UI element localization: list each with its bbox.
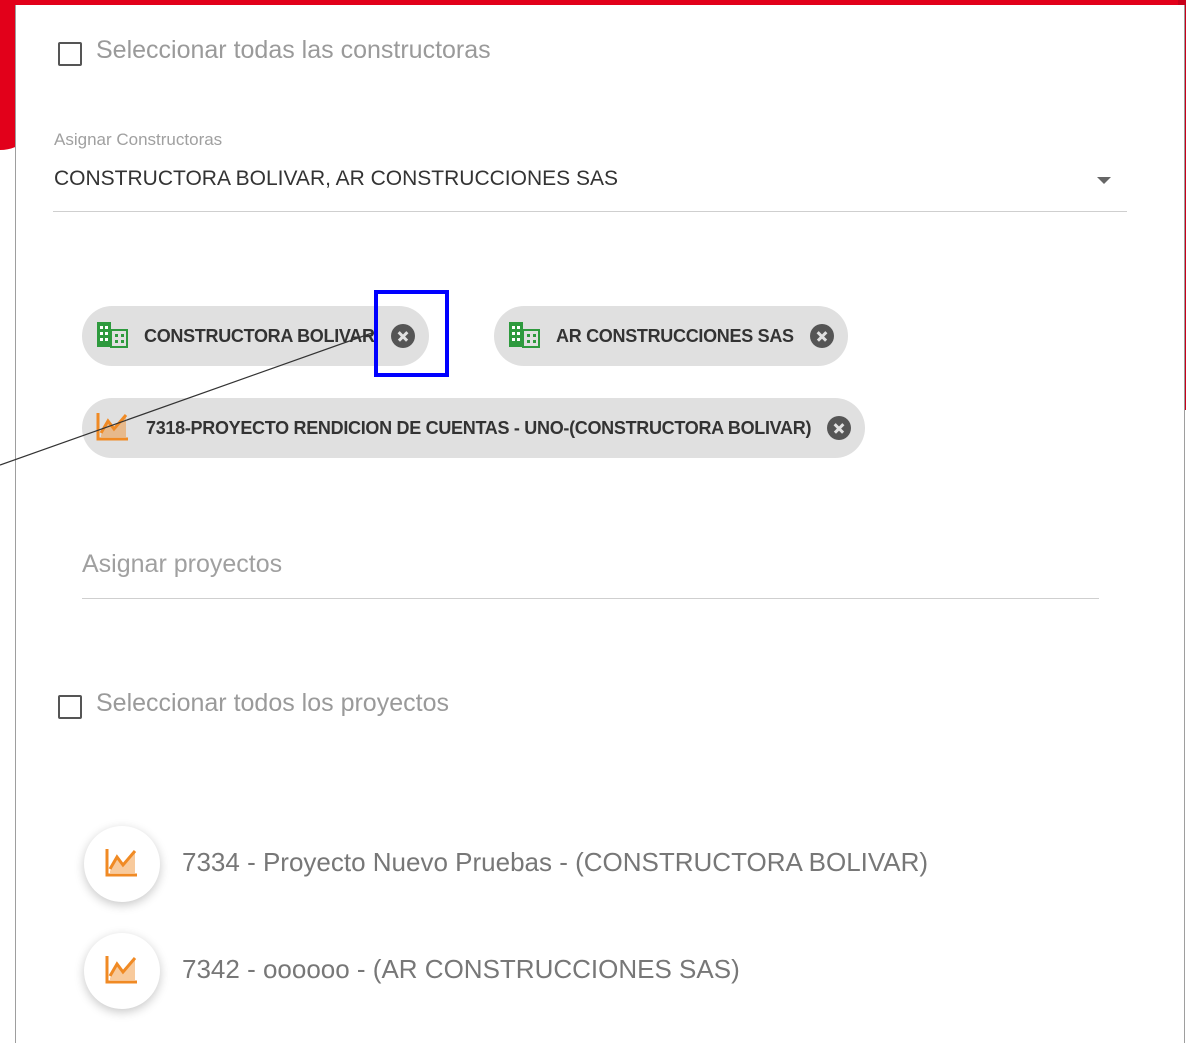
highlight-box	[374, 290, 449, 377]
builders-select-value[interactable]: CONSTRUCTORA BOLIVAR, AR CONSTRUCCIONES …	[54, 167, 618, 191]
select-all-builders-row[interactable]: Seleccionar todas las constructoras	[58, 34, 491, 66]
select-all-builders-checkbox[interactable]	[58, 42, 82, 66]
building-icon	[508, 320, 540, 353]
project-list-item[interactable]: 7334 - Proyecto Nuevo Pruebas - (CONSTRU…	[182, 847, 928, 878]
project-avatar[interactable]	[84, 933, 160, 1009]
close-icon[interactable]	[827, 416, 852, 440]
close-icon[interactable]	[809, 324, 834, 348]
projects-input[interactable]: Asignar proyectos	[82, 550, 282, 579]
chip-label: 7318-PROYECTO RENDICION DE CUENTAS - UNO…	[146, 417, 812, 438]
select-all-builders-label: Seleccionar todas las constructoras	[96, 35, 491, 64]
project-list-item[interactable]: 7342 - oooooo - (AR CONSTRUCCIONES SAS)	[182, 954, 740, 985]
chart-icon	[105, 954, 139, 989]
builders-select-label: Asignar Constructoras	[54, 130, 223, 149]
chart-icon	[105, 847, 139, 882]
chip-project-7318: 7318-PROYECTO RENDICION DE CUENTAS - UNO…	[82, 398, 866, 458]
dropdown-arrow-icon[interactable]	[1097, 177, 1111, 184]
select-all-projects-label: Seleccionar todos los proyectos	[96, 688, 449, 717]
chip-label: CONSTRUCTORA BOLIVAR	[144, 325, 375, 346]
chip-label: AR CONSTRUCCIONES SAS	[556, 325, 794, 346]
project-avatar[interactable]	[84, 826, 160, 902]
building-icon	[96, 320, 128, 353]
select-all-projects-row[interactable]: Seleccionar todos los proyectos	[58, 687, 449, 719]
builders-select-underline	[53, 211, 1127, 212]
assignment-panel	[15, 5, 1185, 1043]
chart-icon	[96, 411, 130, 446]
projects-input-underline	[82, 598, 1099, 599]
select-all-projects-checkbox[interactable]	[58, 695, 82, 719]
chip-ar-construcciones: AR CONSTRUCCIONES SAS	[494, 306, 848, 366]
